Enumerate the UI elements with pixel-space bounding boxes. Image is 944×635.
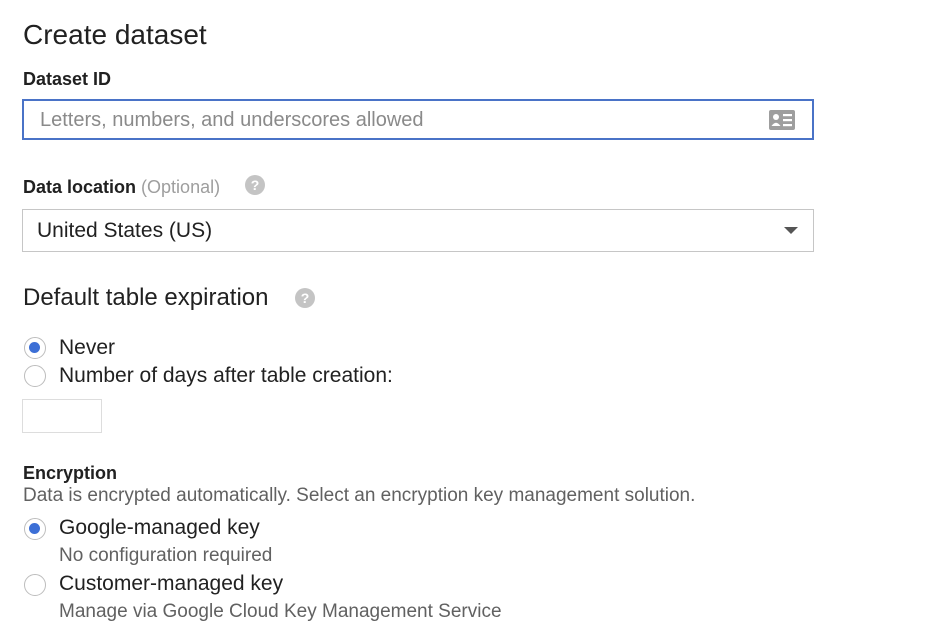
radio-days-after-creation[interactable] xyxy=(24,365,46,387)
radio-google-managed-label[interactable]: Google-managed key xyxy=(59,515,260,541)
page-title: Create dataset xyxy=(23,19,207,50)
help-circle-icon[interactable]: ? xyxy=(245,175,265,195)
data-location-label-text: Data location xyxy=(23,177,137,197)
radio-customer-managed-key[interactable] xyxy=(24,574,46,596)
radio-google-managed-key[interactable] xyxy=(24,518,46,540)
radio-customer-managed-label[interactable]: Customer-managed key xyxy=(59,571,283,597)
encryption-description: Data is encrypted automatically. Select … xyxy=(23,485,696,506)
expiration-heading: Default table expiration xyxy=(23,284,269,311)
radio-never[interactable] xyxy=(24,337,46,359)
optional-tag: (Optional) xyxy=(141,177,221,197)
dataset-id-input[interactable] xyxy=(38,101,762,140)
data-location-label: Data location (Optional) xyxy=(23,176,220,198)
radio-days-label[interactable]: Number of days after table creation: xyxy=(59,363,393,389)
create-dataset-panel: Create dataset Dataset ID Data location … xyxy=(0,0,944,635)
google-managed-sub: No configuration required xyxy=(59,545,273,566)
dataset-id-field[interactable] xyxy=(22,99,814,140)
help-circle-icon[interactable]: ? xyxy=(295,288,315,308)
expiration-days-input[interactable] xyxy=(22,399,102,433)
dataset-id-label: Dataset ID xyxy=(23,69,112,89)
customer-managed-sub: Manage via Google Cloud Key Management S… xyxy=(59,601,502,622)
caret-down-icon xyxy=(784,227,798,234)
encryption-heading: Encryption xyxy=(23,463,118,483)
radio-never-label[interactable]: Never xyxy=(59,335,115,361)
data-location-select[interactable]: United States (US) xyxy=(22,209,814,252)
data-location-value: United States (US) xyxy=(37,219,213,242)
contact-card-icon[interactable] xyxy=(768,109,796,131)
